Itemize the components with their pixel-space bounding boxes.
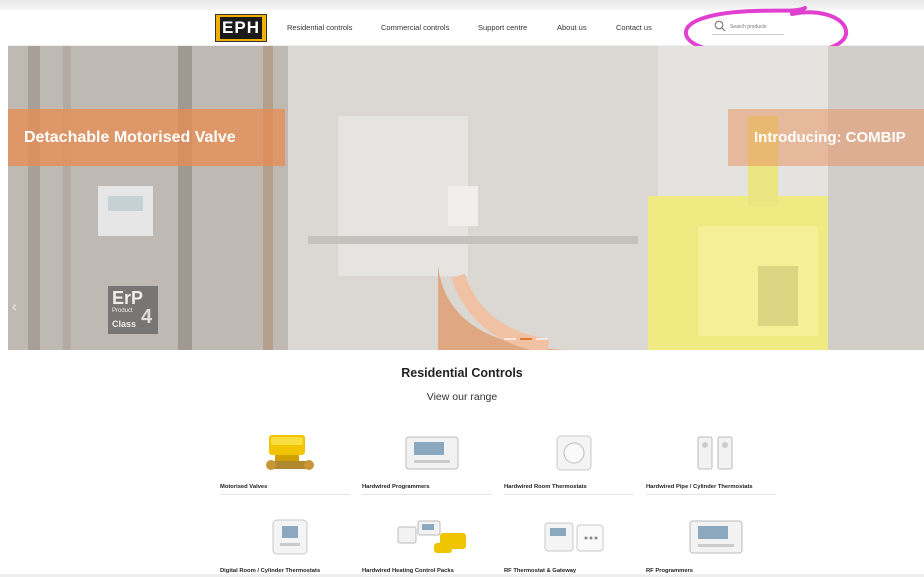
motorised-valve-icon	[220, 428, 360, 478]
search-icon[interactable]	[714, 20, 726, 32]
eph-logo[interactable]: EPH	[215, 14, 267, 42]
product-hardwired-pipe-cylinder-thermostats[interactable]: Hardwired Pipe / Cylinder Thermostats	[646, 428, 786, 498]
product-rf-programmers[interactable]: RF Programmers	[646, 512, 786, 577]
divider	[504, 494, 634, 495]
erp-badge-line3: Class	[112, 319, 137, 329]
top-bar	[0, 0, 924, 10]
product-rf-thermostat-gateway[interactable]: RF Thermostat & Gateway	[504, 512, 644, 577]
site-header: EPH Residential controls Commercial cont…	[8, 10, 924, 46]
hero-carousel[interactable]: Detachable Motorised Valve Introducing: …	[8, 46, 924, 350]
slide-title[interactable]: Detachable Motorised Valve	[8, 109, 285, 166]
page: EPH Residential controls Commercial cont…	[0, 0, 924, 577]
product-hardwired-room-thermostats[interactable]: Hardwired Room Thermostats	[504, 428, 644, 498]
product-label: Hardwired Programmers	[362, 484, 430, 490]
product-motorised-valves[interactable]: Motorised Valves	[220, 428, 360, 498]
divider	[646, 494, 776, 495]
nav-about-us[interactable]: About us	[557, 23, 587, 32]
erp-badge-number: 4	[141, 306, 153, 328]
rf-programmer-icon	[646, 512, 786, 562]
room-thermostat-icon	[504, 428, 644, 478]
programmer-icon	[362, 428, 502, 478]
digital-thermostat-icon	[220, 512, 360, 562]
carousel-dots	[504, 338, 548, 340]
erp-badge-line1: ErP	[112, 288, 144, 308]
view-range-link[interactable]: View our range	[0, 391, 924, 403]
product-label: Hardwired Room Thermostats	[504, 484, 587, 490]
next-slide-title[interactable]: Introducing: COMBIP	[728, 109, 924, 166]
carousel-prev-arrow-icon[interactable]: ‹	[12, 298, 17, 314]
logo-text: EPH	[220, 17, 262, 39]
nav-commercial-controls[interactable]: Commercial controls	[381, 23, 449, 32]
carousel-dot[interactable]	[504, 338, 516, 340]
product-digital-room-cylinder-thermostats[interactable]: Digital Room / Cylinder Thermostats	[220, 512, 360, 577]
pipe-thermostat-icon	[646, 428, 786, 478]
nav-residential-controls[interactable]: Residential controls	[287, 23, 352, 32]
search-box[interactable]	[712, 19, 784, 35]
divider	[362, 494, 492, 495]
nav-support-centre[interactable]: Support centre	[478, 23, 527, 32]
section-title: Residential Controls	[401, 366, 523, 380]
rf-thermostat-icon	[504, 512, 644, 562]
erp-badge-line2: Product	[112, 308, 133, 314]
control-pack-icon	[362, 512, 502, 562]
product-hardwired-programmers[interactable]: Hardwired Programmers	[362, 428, 502, 498]
product-label: Motorised Valves	[220, 484, 268, 490]
divider	[220, 494, 350, 495]
search-input[interactable]	[730, 21, 784, 33]
product-hardwired-heating-control-packs[interactable]: Hardwired Heating Control Packs	[362, 512, 502, 577]
carousel-dot-active[interactable]	[520, 338, 532, 340]
product-label: Hardwired Pipe / Cylinder Thermostats	[646, 484, 753, 490]
erp-badge: ErP Product Class 4	[108, 286, 158, 334]
nav-contact-us[interactable]: Contact us	[616, 23, 652, 32]
carousel-dot[interactable]	[536, 338, 548, 340]
